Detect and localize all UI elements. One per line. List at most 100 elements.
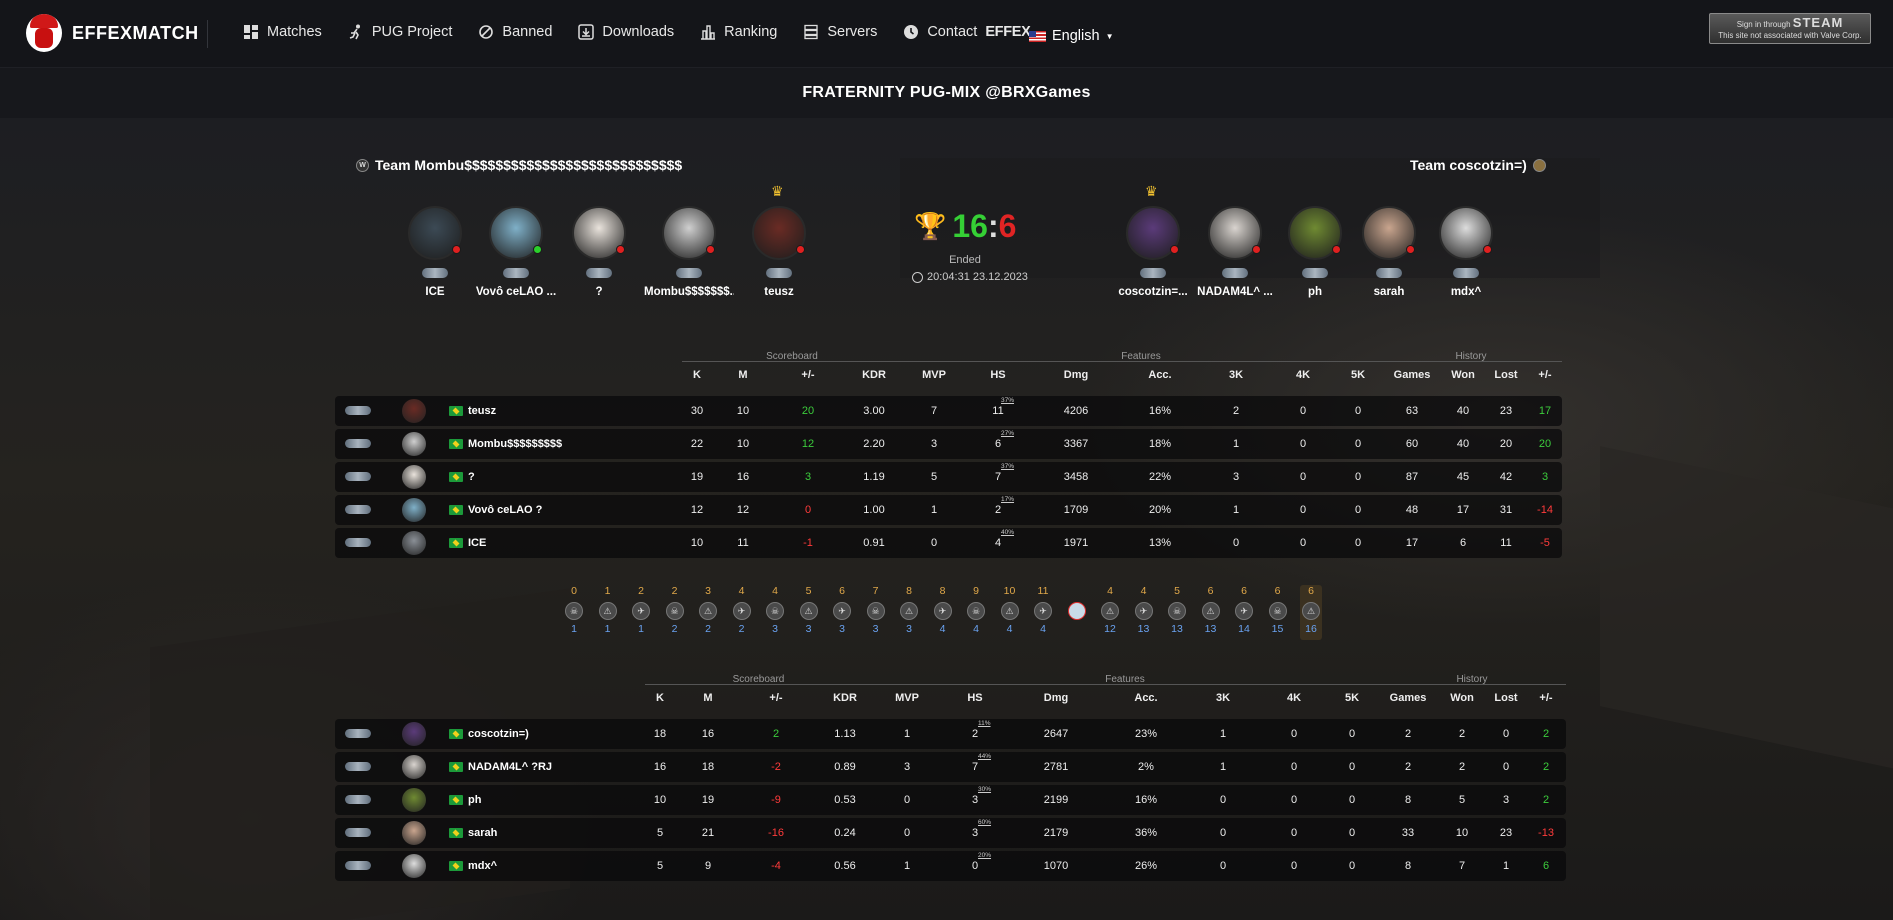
logo[interactable]: EFFEXMATCH [26, 14, 199, 52]
round-item[interactable]: 6 ✈ 3 [831, 585, 853, 640]
team-a-player-2[interactable]: ? [554, 206, 644, 298]
column-header[interactable]: 3K [1198, 692, 1248, 704]
column-header[interactable]: +/- [751, 692, 801, 704]
column-header[interactable]: Games [1387, 369, 1437, 381]
column-header[interactable]: +/- [783, 369, 833, 381]
crown-icon: ♛ [1145, 183, 1158, 199]
player-avatar[interactable] [402, 788, 426, 812]
cell-mvp: 0 [903, 827, 911, 839]
round-item[interactable]: 4 ✈ 13 [1133, 585, 1155, 640]
column-header[interactable]: 5K [1333, 369, 1383, 381]
column-header[interactable]: Acc. [1121, 692, 1171, 704]
column-header[interactable]: 3K [1211, 369, 1261, 381]
round-item[interactable]: 2 ☠ 2 [664, 585, 686, 640]
brazil-flag-icon [449, 538, 463, 548]
player-name-link[interactable]: Mombu$$$$$$$$$ [468, 438, 562, 450]
round-item[interactable]: 4 ✈ 2 [731, 585, 753, 640]
round-item[interactable]: 8 ⚠ 3 [898, 585, 920, 640]
menu-matches[interactable]: Matches [243, 24, 322, 40]
player-avatar[interactable] [402, 465, 426, 489]
player-name-link[interactable]: coscotzin=) [468, 728, 529, 740]
round-item[interactable]: 5 ⚠ 3 [798, 585, 820, 640]
cell-k4: 0 [1299, 537, 1307, 549]
column-header[interactable]: Dmg [1051, 369, 1101, 381]
cell-pm: -16 [768, 827, 784, 839]
column-header[interactable]: Won [1437, 692, 1487, 704]
round-item[interactable]: 5 ☠ 13 [1166, 585, 1188, 640]
brazil-flag-icon [449, 439, 463, 449]
player-name-link[interactable]: NADAM4L^ ?RJ [468, 761, 552, 773]
round-item[interactable]: 8 ✈ 4 [932, 585, 954, 640]
player-avatar[interactable] [402, 531, 426, 555]
round-item[interactable]: 10 ⚠ 4 [999, 585, 1021, 640]
cell-k3: 0 [1232, 537, 1240, 549]
round-score-top: 4 [738, 585, 745, 597]
menu-pug-project[interactable]: PUG Project [348, 24, 452, 40]
player-name-link[interactable]: ICE [468, 537, 486, 549]
player-name-link[interactable]: sarah [468, 827, 497, 839]
column-header[interactable]: K [635, 692, 685, 704]
column-header[interactable]: Dmg [1031, 692, 1081, 704]
menu-servers[interactable]: Servers [803, 24, 877, 40]
dashboard-icon [244, 25, 258, 39]
column-header[interactable]: +/- [1520, 369, 1570, 381]
column-header[interactable]: 4K [1278, 369, 1328, 381]
player-name-link[interactable]: mdx^ [468, 860, 497, 872]
player-avatar[interactable] [402, 854, 426, 878]
team-b-player-4[interactable]: mdx^ [1421, 206, 1511, 298]
column-header[interactable]: M [718, 369, 768, 381]
menu-ranking[interactable]: Ranking [700, 24, 777, 40]
steam-signin-button[interactable]: Sign in through STEAM This site not asso… [1709, 13, 1871, 44]
column-header[interactable]: KDR [849, 369, 899, 381]
round-item[interactable]: 6 ⚠ 16 [1300, 585, 1322, 640]
round-item[interactable]: 2 ✈ 1 [630, 585, 652, 640]
round-item[interactable]: 3 ⚠ 2 [697, 585, 719, 640]
round-item[interactable]: 4 ⚠ 12 [1099, 585, 1121, 640]
column-header[interactable]: K [672, 369, 722, 381]
player-avatar[interactable] [402, 399, 426, 423]
language-selector[interactable]: English ▼ [1029, 28, 1113, 44]
column-header[interactable]: MVP [909, 369, 959, 381]
team-a-player-3[interactable]: Mombu$$$$$$$... [644, 206, 734, 298]
player-name-link[interactable]: Vovô ceLAO ? [468, 504, 542, 516]
player-avatar[interactable] [402, 498, 426, 522]
column-header[interactable]: Acc. [1135, 369, 1185, 381]
round-item[interactable]: 6 ☠ 15 [1267, 585, 1289, 640]
team-a-player-0[interactable]: ICE [390, 206, 480, 298]
column-header[interactable]: M [683, 692, 733, 704]
round-item[interactable]: 0 ☠ 1 [563, 585, 585, 640]
menu-downloads[interactable]: Downloads [578, 24, 674, 40]
round-item[interactable]: 6 ⚠ 13 [1200, 585, 1222, 640]
round-item[interactable]: 11 ✈ 4 [1032, 585, 1054, 640]
column-header[interactable]: MVP [882, 692, 932, 704]
column-header[interactable]: KDR [820, 692, 870, 704]
round-item[interactable]: 7 ☠ 3 [865, 585, 887, 640]
team-a-player-4[interactable]: teusz [734, 206, 824, 298]
menu-contact[interactable]: Contact EFFEX [903, 24, 1031, 40]
cell-hpm: 2 [1542, 761, 1550, 773]
round-item[interactable]: 6 ✈ 14 [1233, 585, 1255, 640]
player-avatar[interactable] [402, 432, 426, 456]
menu-banned[interactable]: Banned [478, 24, 552, 40]
status-dot [1406, 245, 1415, 254]
player-name-link[interactable]: teusz [468, 405, 496, 417]
player-name-link[interactable]: ph [468, 794, 481, 806]
player-name-link[interactable]: ? [468, 471, 475, 483]
round-item[interactable]: 4 ☠ 3 [764, 585, 786, 640]
round-item[interactable] [1066, 585, 1088, 640]
column-header[interactable]: HS [973, 369, 1023, 381]
team-a-player-1[interactable]: Vovô ceLAO ... [471, 206, 561, 298]
column-header[interactable]: HS [950, 692, 1000, 704]
round-item[interactable]: 9 ☠ 4 [965, 585, 987, 640]
column-header[interactable]: 5K [1327, 692, 1377, 704]
round-score-top: 10 [1003, 585, 1016, 597]
player-avatar[interactable] [402, 755, 426, 779]
team-b-player-1[interactable]: NADAM4L^ ... [1190, 206, 1280, 298]
column-header[interactable]: Games [1383, 692, 1433, 704]
column-header[interactable]: 4K [1269, 692, 1319, 704]
player-avatar[interactable] [402, 722, 426, 746]
column-header[interactable]: +/- [1521, 692, 1571, 704]
round-item[interactable]: 1 ⚠ 1 [597, 585, 619, 640]
player-avatar[interactable] [402, 821, 426, 845]
team-b-player-0[interactable]: coscotzin=... [1108, 206, 1198, 298]
